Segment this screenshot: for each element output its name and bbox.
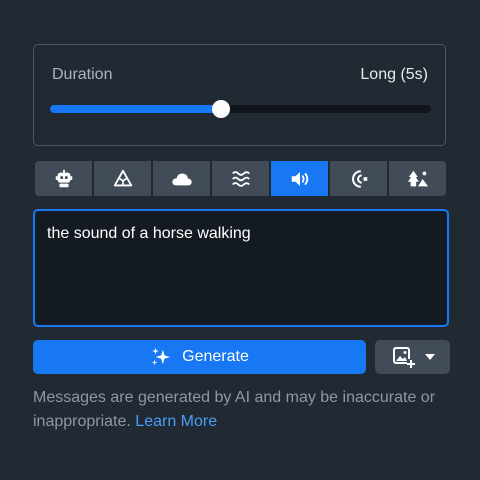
style-button-nature[interactable] — [389, 161, 446, 196]
generate-label: Generate — [182, 348, 249, 365]
duration-slider-thumb[interactable] — [212, 100, 231, 118]
geometry-icon — [113, 169, 132, 186]
style-button-cloud[interactable] — [153, 161, 210, 196]
style-button-speaker[interactable] — [271, 161, 328, 196]
duration-slider-fill — [50, 105, 222, 113]
style-button-robot[interactable] — [35, 161, 92, 196]
learn-more-link[interactable]: Learn More — [135, 413, 217, 430]
generate-button[interactable]: Generate — [33, 340, 366, 374]
duration-value: Long (5s) — [360, 66, 428, 83]
cloud-icon — [171, 173, 192, 185]
prompt-text: the sound of a horse walking — [47, 225, 251, 242]
duration-panel: Duration Long (5s) — [33, 44, 446, 146]
disclaimer-text: Messages are generated by AI and may be … — [33, 389, 436, 430]
echo-icon — [351, 169, 367, 188]
style-button-echo[interactable] — [330, 161, 387, 196]
add-image-button[interactable] — [375, 340, 450, 374]
style-button-geometry[interactable] — [94, 161, 151, 196]
duration-label: Duration — [52, 66, 113, 83]
robot-icon — [55, 169, 72, 187]
disclaimer: Messages are generated by AI and may be … — [33, 386, 453, 434]
sound-style-selector — [35, 161, 446, 196]
speaker-icon — [291, 171, 308, 186]
nature-icon — [407, 170, 428, 186]
chevron-down-icon — [424, 354, 435, 360]
duration-slider[interactable] — [50, 100, 431, 118]
add-image-icon — [392, 347, 415, 368]
waves-icon — [231, 170, 250, 187]
sparkle-icon — [151, 347, 171, 366]
prompt-input[interactable]: the sound of a horse walking — [33, 209, 449, 327]
style-button-waves[interactable] — [212, 161, 269, 196]
